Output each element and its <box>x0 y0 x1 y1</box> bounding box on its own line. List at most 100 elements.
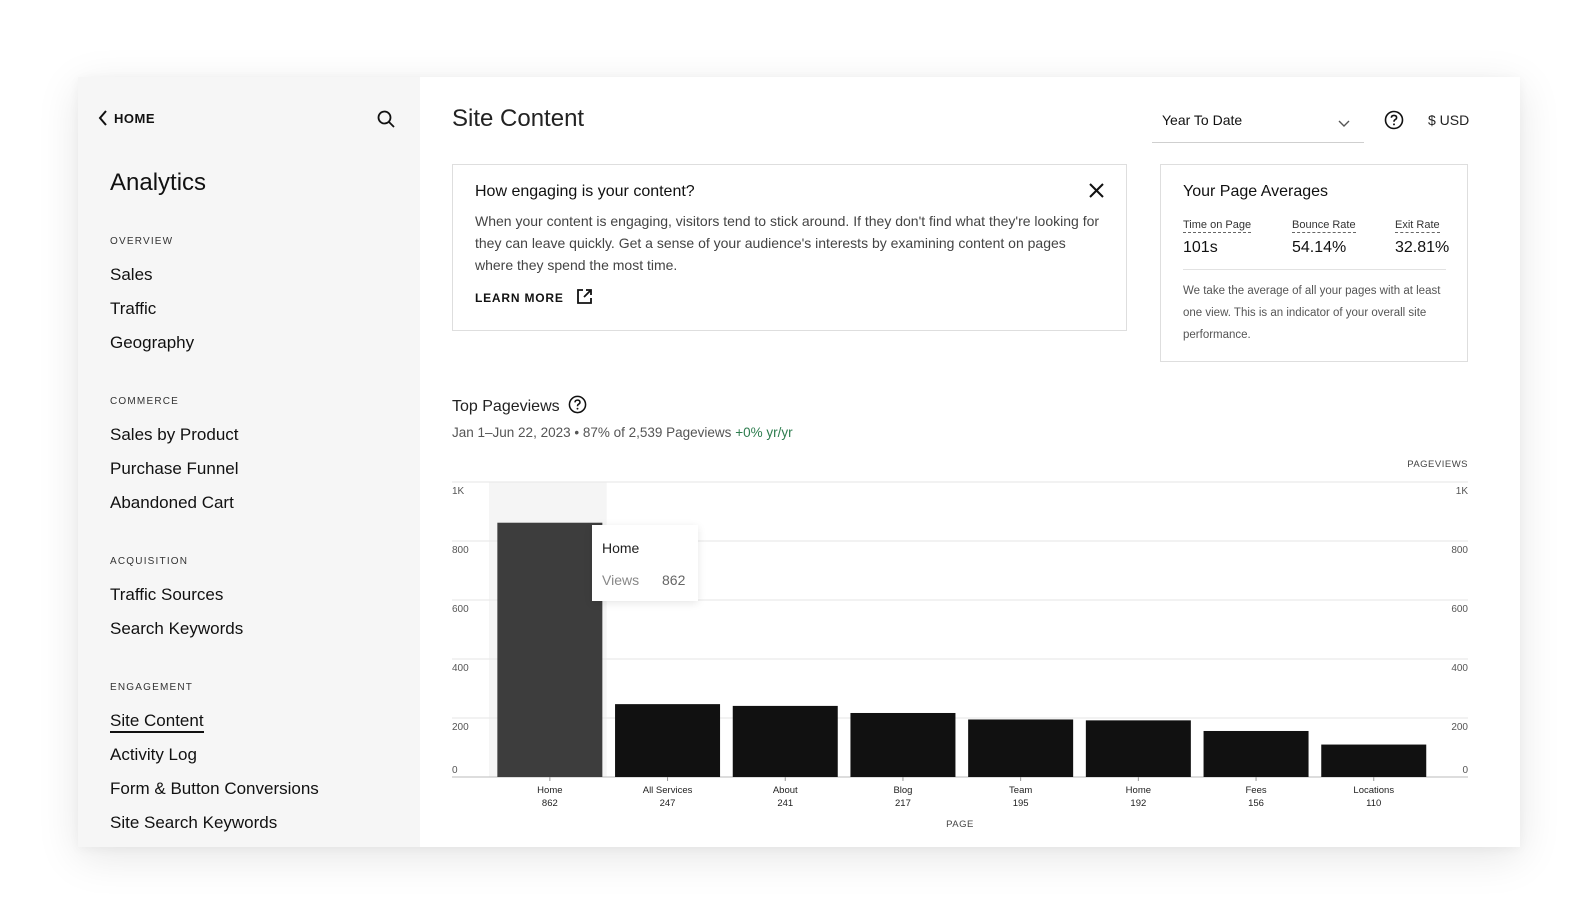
sidebar-item-search-keywords[interactable]: Search Keywords <box>110 618 243 652</box>
currency-selector[interactable]: $ USD <box>1428 112 1469 128</box>
learn-more-label: LEARN MORE <box>475 291 564 305</box>
tooltip-key: Views <box>602 572 640 588</box>
bar <box>1321 744 1427 777</box>
sidebar-item-traffic-sources[interactable]: Traffic Sources <box>110 584 243 618</box>
help-icon <box>1384 110 1404 134</box>
sidebar-title: Analytics <box>110 169 207 196</box>
section-label-engagement: ENGAGEMENT <box>110 682 194 693</box>
bar-value-label: 217 <box>895 798 911 809</box>
engagement-info-card: How engaging is your content? When your … <box>452 164 1127 331</box>
bar <box>615 704 721 777</box>
info-card-title: How engaging is your content? <box>475 183 695 200</box>
nav-section-overview: OVERVIEW Sales Traffic Geography <box>110 236 194 366</box>
sidebar-item-geography[interactable]: Geography <box>110 332 194 366</box>
sidebar-item-form-button-conversions[interactable]: Form & Button Conversions <box>110 778 319 812</box>
metric-value: 101s <box>1183 239 1218 256</box>
bar-value-label: 156 <box>1248 798 1264 809</box>
tooltip-title: Home <box>602 540 640 556</box>
y-tick-label-left: 600 <box>452 604 469 615</box>
y-tick-label-left: 400 <box>452 663 469 674</box>
learn-more-link[interactable]: LEARN MORE <box>475 288 593 308</box>
sidebar-item-sales-by-product[interactable]: Sales by Product <box>110 424 239 458</box>
y-tick-label-right: 800 <box>1451 545 1468 556</box>
tooltip-value: 862 <box>662 572 686 588</box>
chevron-left-icon <box>98 110 108 126</box>
chart-tooltip: Home Views 862 <box>592 525 698 601</box>
x-tick-label: Blog <box>893 785 912 796</box>
search-button[interactable] <box>377 110 395 133</box>
bar <box>497 522 603 777</box>
sidebar-item-traffic[interactable]: Traffic <box>110 298 194 332</box>
x-tick-label: Home <box>1126 785 1151 796</box>
pageviews-growth: +0% yr/yr <box>735 425 793 440</box>
back-home-label: HOME <box>114 110 155 126</box>
y-tick-label-right: 1K <box>1456 486 1469 497</box>
x-tick-label: Locations <box>1353 785 1394 796</box>
x-tick-label: About <box>773 785 798 796</box>
metric-label: Time on Page <box>1183 219 1252 233</box>
sidebar-item-site-search-keywords[interactable]: Site Search Keywords <box>110 812 319 846</box>
metric-label: Bounce Rate <box>1292 219 1356 233</box>
top-pageviews-subtitle: Jan 1–Jun 22, 2023 • 87% of 2,539 Pagevi… <box>452 425 793 440</box>
bar-chart-svg: PAGEVIEWS 0 0 200 200 400 400 600 600 800 800 1K 1K H… <box>452 459 1469 830</box>
nav-section-commerce: COMMERCE Sales by Product Purchase Funne… <box>110 396 239 526</box>
averages-note: We take the average of all your pages wi… <box>1183 285 1441 341</box>
close-icon <box>1089 183 1104 202</box>
x-tick-label: All Services <box>643 785 693 796</box>
y-tick-label-left: 0 <box>452 765 458 776</box>
date-range-value: Year To Date <box>1162 112 1243 128</box>
help-icon[interactable] <box>568 395 587 419</box>
x-tick-label: Fees <box>1245 785 1266 796</box>
section-label-commerce: COMMERCE <box>110 396 180 407</box>
sidebar-item-sales[interactable]: Sales <box>110 264 194 298</box>
bar <box>968 719 1074 777</box>
sidebar: HOME Analytics OVERVIEW Sales Traffic Ge… <box>78 77 420 847</box>
x-axis-title: PAGE <box>946 819 974 830</box>
metric-label: Exit Rate <box>1395 219 1440 233</box>
y-tick-label-right: 0 <box>1462 765 1468 776</box>
page-title: Site Content <box>452 105 585 132</box>
y-axis-title: PAGEVIEWS <box>1407 459 1468 470</box>
metric-bounce-rate: Bounce Rate 54.14% <box>1292 215 1356 257</box>
y-tick-label-right: 600 <box>1451 604 1468 615</box>
metric-value: 32.81% <box>1395 239 1450 256</box>
sidebar-item-abandoned-cart[interactable]: Abandoned Cart <box>110 492 239 526</box>
metric-value: 54.14% <box>1292 239 1347 256</box>
bar-value-label: 241 <box>777 798 793 809</box>
section-label-acquisition: ACQUISITION <box>110 556 189 567</box>
top-pageviews-title: Top Pageviews <box>452 398 560 415</box>
bar-value-label: 862 <box>542 798 558 809</box>
y-tick-label-right: 400 <box>1451 663 1468 674</box>
sidebar-item-purchase-funnel[interactable]: Purchase Funnel <box>110 458 239 492</box>
bar-value-label: 247 <box>660 798 676 809</box>
main-content: Site Content Year To Date $ USD How enga… <box>420 77 1520 847</box>
bar <box>732 705 838 777</box>
metric-exit-rate: Exit Rate 32.81% <box>1395 215 1449 257</box>
bar-value-label: 110 <box>1366 798 1381 809</box>
sidebar-item-activity-log[interactable]: Activity Log <box>110 744 319 778</box>
y-tick-label-left: 800 <box>452 545 469 556</box>
bar-value-label: 192 <box>1130 798 1146 809</box>
bar <box>1203 730 1309 777</box>
nav-section-acquisition: ACQUISITION Traffic Sources Search Keywo… <box>110 556 243 652</box>
close-button[interactable] <box>1089 183 1104 203</box>
section-label-overview: OVERVIEW <box>110 236 174 247</box>
x-tick-label: Home <box>537 785 562 796</box>
divider <box>1183 269 1446 270</box>
x-tick-label: Team <box>1009 785 1032 796</box>
top-pageviews-header: Top Pageviews <box>452 395 587 419</box>
page-averages-card: Your Page Averages Time on Page 101s Bou… <box>1160 164 1468 362</box>
bar <box>850 712 956 777</box>
date-range-select[interactable]: Year To Date <box>1152 107 1364 143</box>
back-home-link[interactable]: HOME <box>98 110 155 126</box>
pageviews-summary: Jan 1–Jun 22, 2023 • 87% of 2,539 Pagevi… <box>452 425 732 440</box>
sidebar-item-site-content[interactable]: Site Content <box>110 710 319 744</box>
help-button[interactable] <box>1384 110 1404 135</box>
y-tick-label-left: 200 <box>452 722 469 733</box>
y-tick-label-right: 200 <box>1451 722 1468 733</box>
y-tick-label-left: 1K <box>452 486 465 497</box>
info-card-body: When your content is engaging, visitors … <box>475 213 1100 273</box>
nav-section-engagement: ENGAGEMENT Site Content Activity Log For… <box>110 682 319 846</box>
external-link-icon <box>576 288 593 308</box>
chevron-down-icon <box>1338 115 1350 133</box>
